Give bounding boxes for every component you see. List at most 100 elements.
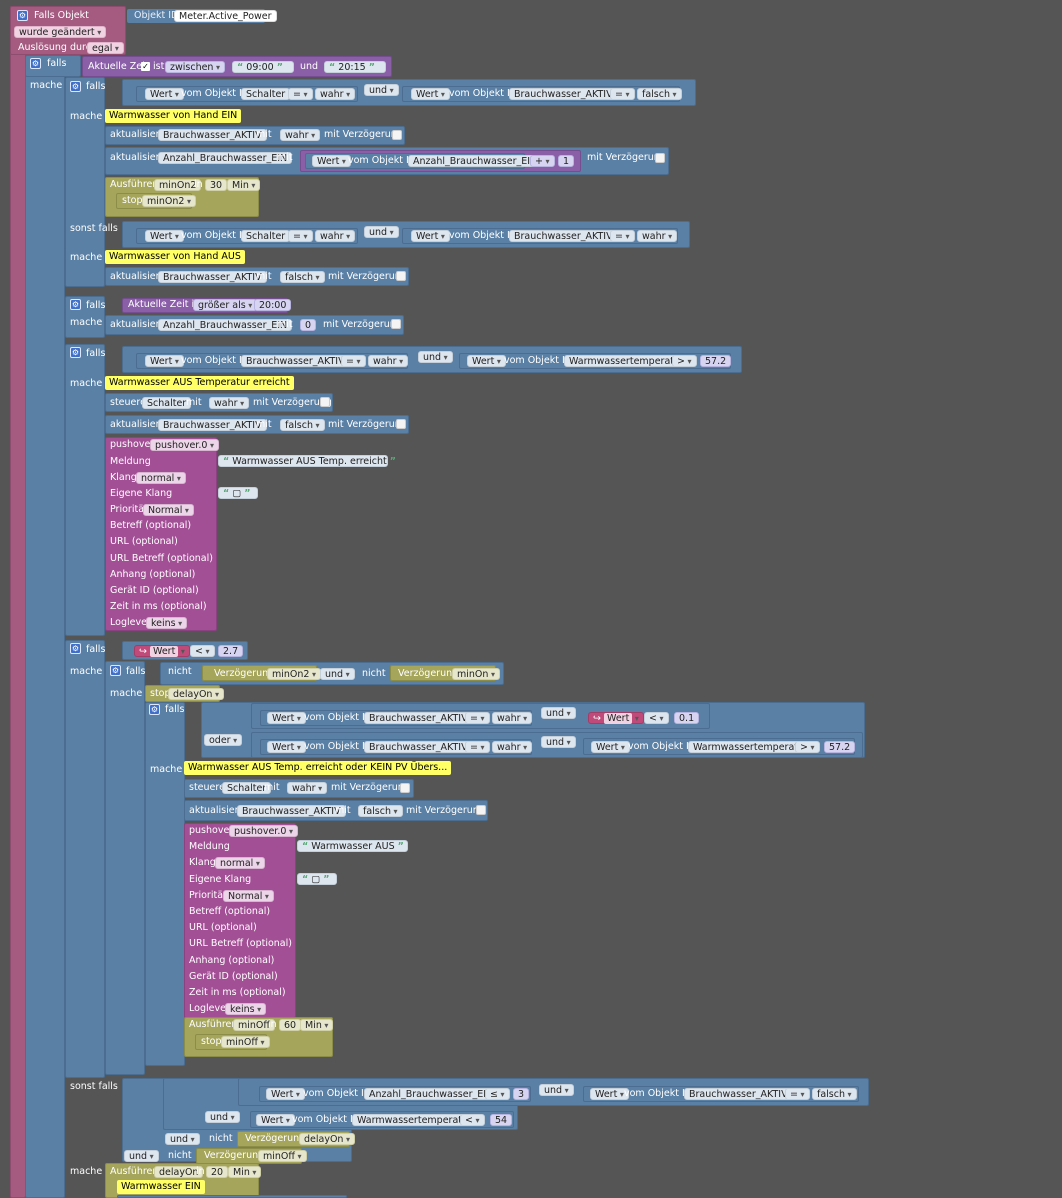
delay-checkbox[interactable] [391, 319, 401, 329]
timer-dropdown[interactable]: delayOn [168, 688, 225, 700]
time-field[interactable]: 20:00 [254, 299, 292, 311]
und-dropdown[interactable]: und [418, 351, 453, 363]
comment-block[interactable]: Warmwasser AUS Temp. erreicht oder KEIN … [184, 761, 452, 775]
wurde-geaendert-dropdown[interactable]: wurde geändert [14, 26, 107, 38]
objekt-field[interactable]: Anzahl_Brauchwasser_EIN [408, 155, 543, 167]
timer-dropdown[interactable]: minOn2 [142, 195, 197, 207]
objekt-field[interactable]: Brauchwasser_AKTIV [364, 741, 473, 753]
time-from-field[interactable]: “ 09:00 ” [232, 61, 294, 73]
delay-checkbox[interactable] [476, 805, 486, 815]
und-dropdown[interactable]: und [364, 226, 399, 238]
wert-dropdown[interactable]: Wert [267, 741, 306, 753]
klang-dropdown[interactable]: normal [136, 472, 186, 484]
und-dropdown[interactable]: und [541, 707, 576, 719]
op-dropdown[interactable]: = [465, 741, 490, 753]
objekt-field[interactable]: Warmwassertemperatur [352, 1114, 477, 1126]
comment-block[interactable]: Warmwasser AUS Temperatur erreicht [105, 376, 294, 390]
number-field[interactable]: 0 [300, 319, 317, 331]
und-dropdown[interactable]: und [205, 1111, 240, 1123]
value-dropdown[interactable]: wahr [368, 355, 409, 367]
time-to-field[interactable]: “ 20:15 ” [324, 61, 386, 73]
message-field[interactable]: “ Warmwasser AUS Temp. erreicht ” [218, 455, 396, 467]
number-field[interactable]: 0.1 [674, 712, 700, 724]
eigene-klang-field[interactable]: “ ▢ ” [218, 487, 258, 499]
delay-checkbox[interactable] [320, 397, 330, 407]
compare-dropdown[interactable]: größer als [193, 299, 258, 311]
number-field[interactable]: 1 [558, 155, 575, 167]
objekt-field[interactable]: Schalter [142, 397, 192, 409]
number-field[interactable]: 60 [279, 1019, 302, 1031]
prio-dropdown[interactable]: Normal [223, 890, 274, 902]
objekt-field[interactable]: Schalter [241, 88, 291, 100]
pushover-instance-dropdown[interactable]: pushover.0 [150, 439, 219, 451]
value-dropdown[interactable]: wahr [280, 129, 321, 141]
value-dropdown[interactable]: wahr [209, 397, 250, 409]
value-dropdown[interactable]: wahr [315, 88, 356, 100]
objekt-field[interactable]: Brauchwasser_AKTIV [364, 712, 473, 724]
gear-icon[interactable]: ⚙ [17, 10, 28, 21]
comment-block[interactable]: Warmwasser EIN [117, 1180, 205, 1194]
unit-dropdown[interactable]: Min [300, 1019, 334, 1031]
op-dropdown[interactable]: = [341, 355, 366, 367]
wert-dropdown[interactable]: Wert [145, 88, 184, 100]
comment-block[interactable]: Warmwasser von Hand AUS [105, 250, 245, 264]
timer-dropdown[interactable]: minOn [452, 668, 500, 680]
gear-icon[interactable]: ⚙ [70, 81, 81, 92]
objekt-field[interactable]: Brauchwasser_AKTIV [509, 230, 618, 242]
op-dropdown[interactable]: = [785, 1088, 810, 1100]
number-field[interactable]: 3 [513, 1088, 530, 1100]
zwischen-dropdown[interactable]: zwischen [165, 61, 226, 73]
event-value-field[interactable]: ↪ Wert [134, 645, 190, 657]
message-field[interactable]: “ Warmwasser AUS ” [297, 840, 408, 852]
gear-icon[interactable]: ⚙ [70, 643, 81, 654]
delay-checkbox[interactable] [392, 130, 402, 140]
objekt-field[interactable]: Brauchwasser_AKTIV [158, 419, 267, 431]
objekt-field[interactable]: Brauchwasser_AKTIV [684, 1088, 793, 1100]
unit-dropdown[interactable]: Min [228, 1166, 262, 1178]
objekt-field[interactable]: Anzahl_Brauchwasser_EIN [364, 1088, 499, 1100]
timer-dropdown[interactable]: minOff [258, 1150, 307, 1162]
op-dropdown[interactable]: = [610, 88, 635, 100]
und-dropdown[interactable]: und [364, 84, 399, 96]
op-dropdown[interactable]: ≤ [485, 1088, 510, 1100]
delay-checkbox[interactable] [400, 783, 410, 793]
objekt-id-value[interactable]: Meter.Active_Power [174, 10, 277, 22]
op-dropdown[interactable]: = [288, 88, 313, 100]
number-field[interactable]: 30 [205, 179, 228, 191]
op-dropdown[interactable]: = [465, 712, 490, 724]
value-dropdown[interactable]: wahr [492, 712, 533, 724]
op-dropdown[interactable]: > [795, 741, 820, 753]
gear-icon[interactable]: ⚙ [70, 347, 81, 358]
objekt-field[interactable]: Brauchwasser_AKTIV [237, 805, 346, 817]
value-dropdown[interactable]: falsch [812, 1088, 857, 1100]
op-dropdown[interactable]: = [610, 230, 635, 242]
value-dropdown[interactable]: wahr [287, 782, 328, 794]
wert-dropdown[interactable]: Wert [591, 741, 630, 753]
wert-dropdown[interactable]: Wert [267, 712, 306, 724]
op-dropdown[interactable]: + [530, 155, 555, 167]
wert-dropdown[interactable]: Wert [256, 1114, 295, 1126]
loglevel-dropdown[interactable]: keins [146, 617, 188, 629]
wert-dropdown[interactable]: Wert [467, 355, 506, 367]
objekt-field[interactable]: Schalter [241, 230, 291, 242]
und-dropdown[interactable]: und [539, 1084, 574, 1096]
op-dropdown[interactable]: = [288, 230, 313, 242]
gear-icon[interactable]: ⚙ [30, 58, 41, 69]
op-dropdown[interactable]: > [672, 355, 697, 367]
timer-dropdown[interactable]: minOn2 [267, 668, 322, 680]
delay-checkbox[interactable] [396, 419, 406, 429]
objekt-field[interactable]: Brauchwasser_AKTIV [509, 88, 618, 100]
loglevel-dropdown[interactable]: keins [225, 1003, 267, 1015]
number-field[interactable]: 54 [490, 1114, 513, 1126]
wert-dropdown[interactable]: Wert [312, 155, 351, 167]
delay-checkbox[interactable] [396, 271, 406, 281]
value-dropdown[interactable]: wahr [315, 230, 356, 242]
value-dropdown[interactable]: falsch [358, 805, 403, 817]
objekt-field[interactable]: Anzahl_Brauchwasser_EIN [158, 152, 293, 164]
number-field[interactable]: 57.2 [700, 355, 732, 367]
value-dropdown[interactable]: wahr [492, 741, 533, 753]
objekt-field[interactable]: Brauchwasser_AKTIV [158, 271, 267, 283]
checkbox-icon[interactable]: ✓ [141, 61, 150, 72]
klang-dropdown[interactable]: normal [215, 857, 265, 869]
wert-dropdown[interactable]: Wert [266, 1088, 305, 1100]
